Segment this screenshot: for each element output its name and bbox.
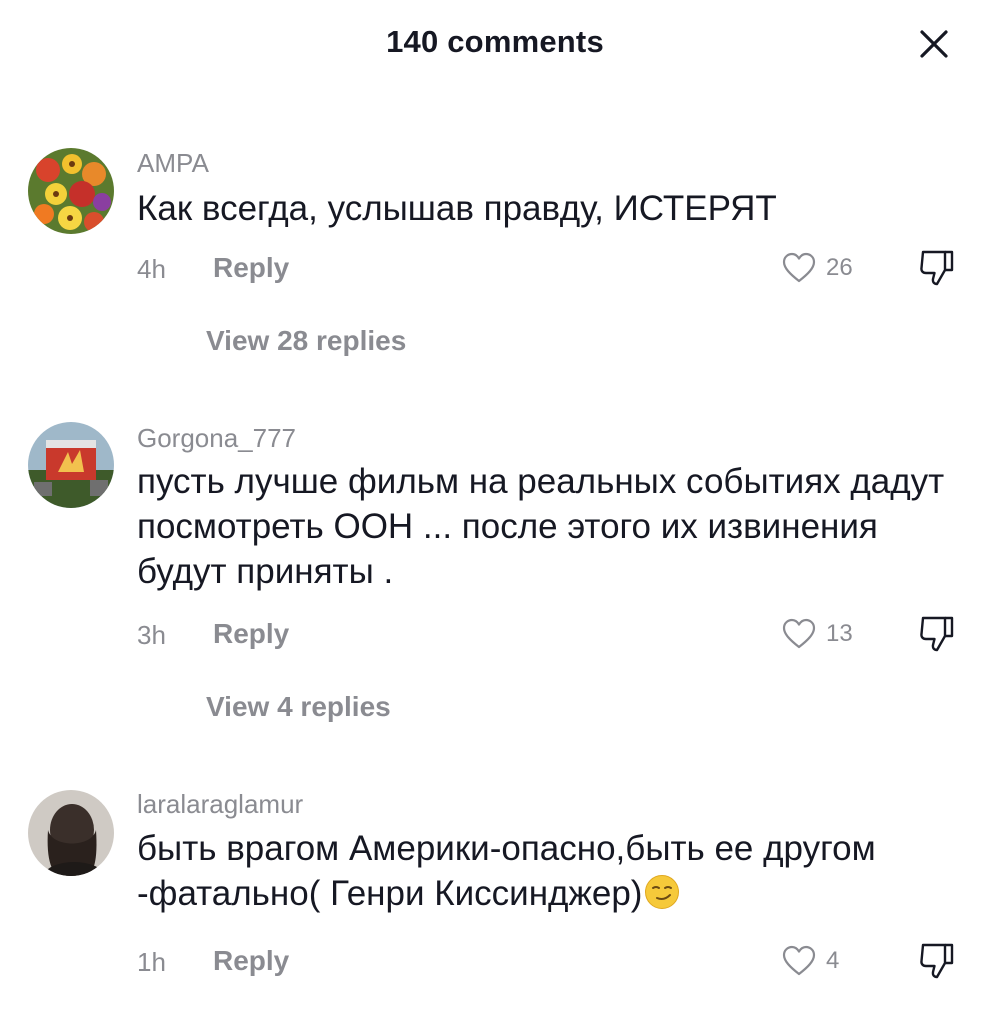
heart-outline-icon [782,945,816,976]
comment-text: пусть лучше фильм на реальных событиях д… [137,462,945,591]
close-icon [920,30,948,58]
dislike-button[interactable] [917,614,957,654]
comment-text: Как всегда, услышав правду, ИСТЕРЯТ [137,189,777,228]
heart-outline-icon [782,252,816,283]
like-button[interactable]: 26 [782,250,853,286]
like-button[interactable]: 13 [782,616,853,652]
comment-username[interactable]: Gorgona_777 [137,423,296,454]
like-count: 13 [826,620,853,647]
thumbs-down-outline-icon [920,616,954,652]
comment-text-body: быть врагом Америки-опасно,быть ее друго… [137,829,876,913]
smirking-face-emoji [644,874,680,910]
like-count: 4 [826,947,840,974]
view-replies-button[interactable]: View 28 replies [206,325,406,357]
comment-time: 3h [137,620,166,650]
comment-username[interactable]: АМРА [137,148,209,179]
avatar[interactable] [28,148,114,234]
dislike-button[interactable] [917,941,957,981]
like-button[interactable]: 4 [782,943,839,979]
comment-time: 4h [137,254,166,284]
avatar[interactable] [28,422,114,508]
comment-username[interactable]: laralaraglamur [137,789,303,820]
like-count: 26 [826,254,853,281]
view-replies-button[interactable]: View 4 replies [206,691,391,723]
comment-text: быть врагом Америки-опасно,быть ее друго… [137,826,937,916]
close-button[interactable] [912,22,956,66]
reply-button[interactable]: Reply [213,618,289,650]
dislike-button[interactable] [917,248,957,288]
reply-button[interactable]: Reply [213,945,289,977]
reply-button[interactable]: Reply [213,252,289,284]
thumbs-down-outline-icon [920,943,954,979]
comment-time: 1h [137,947,166,977]
comments-header: 140 comments [0,0,990,90]
comments-count-title: 140 comments [386,24,604,59]
heart-outline-icon [782,618,816,649]
thumbs-down-outline-icon [920,250,954,286]
avatar[interactable] [28,790,114,876]
